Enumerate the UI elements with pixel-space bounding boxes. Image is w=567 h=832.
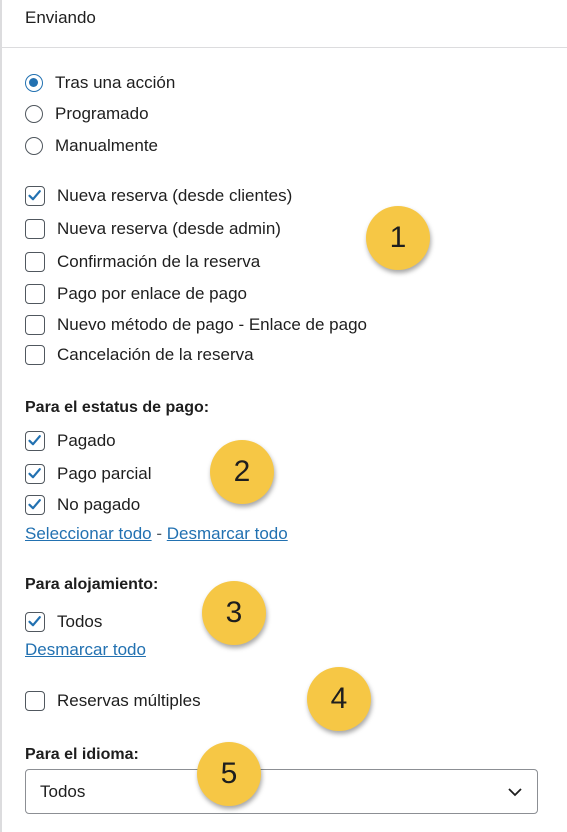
checkbox-label: Confirmación de la reserva — [57, 252, 261, 271]
checkmark-icon — [28, 499, 41, 510]
select-all-link[interactable]: Seleccionar todo — [25, 524, 152, 543]
deselect-all-link[interactable]: Desmarcar todo — [25, 640, 146, 659]
checkbox-label: Pago parcial — [57, 464, 152, 483]
accommodation-heading: Para alojamiento: — [25, 576, 159, 593]
trigger-new-payment-method[interactable]: Nuevo método de pago - Enlace de pago — [25, 313, 367, 337]
checkbox-label: Pago por enlace de pago — [57, 284, 247, 303]
chevron-down-icon — [507, 784, 523, 805]
radio-after-action[interactable]: Tras una acción — [25, 71, 175, 95]
radio-label: Programado — [55, 104, 149, 123]
checkbox-label: Cancelación de la reserva — [57, 345, 254, 364]
trigger-payment-link[interactable]: Pago por enlace de pago — [25, 282, 247, 306]
checkbox[interactable] — [25, 691, 45, 711]
callout-badge-1: 1 — [366, 206, 430, 270]
checkbox[interactable] — [25, 464, 45, 484]
language-select-value: Todos — [40, 782, 86, 801]
panel-left-border — [0, 0, 2, 832]
checkmark-icon — [28, 616, 41, 627]
language-heading: Para el idioma: — [25, 746, 139, 763]
payment-status-heading: Para el estatus de pago: — [25, 399, 210, 416]
checkbox-label: Pagado — [57, 431, 116, 450]
checkbox-label: No pagado — [57, 495, 141, 514]
panel-header[interactable]: Enviando — [0, 0, 567, 48]
status-unpaid[interactable]: No pagado — [25, 493, 140, 517]
callout-badge-2: 2 — [210, 440, 274, 504]
checkmark-icon — [28, 190, 41, 201]
checkbox[interactable] — [25, 252, 45, 272]
trigger-booking-confirmation[interactable]: Confirmación de la reserva — [25, 250, 260, 274]
status-partial[interactable]: Pago parcial — [25, 462, 152, 486]
radio-label: Manualmente — [55, 136, 159, 155]
multiple-bookings[interactable]: Reservas múltiples — [25, 689, 201, 713]
checkmark-icon — [28, 468, 41, 479]
trigger-new-booking-customer[interactable]: Nueva reserva (desde clientes) — [25, 184, 292, 208]
deselect-all-link[interactable]: Desmarcar todo — [167, 524, 288, 543]
payment-status-links: Seleccionar todo - Desmarcar todo — [25, 524, 288, 544]
trigger-booking-cancellation[interactable]: Cancelación de la reserva — [25, 343, 254, 367]
accommodation-all[interactable]: Todos — [25, 610, 102, 634]
checkbox[interactable] — [25, 284, 45, 304]
radio-manual[interactable]: Manualmente — [25, 134, 158, 158]
checkbox-label: Todos — [57, 612, 103, 631]
checkbox[interactable] — [25, 186, 45, 206]
checkbox[interactable] — [25, 219, 45, 239]
checkbox[interactable] — [25, 495, 45, 515]
checkbox-label: Nuevo método de pago - Enlace de pago — [57, 315, 368, 334]
callout-badge-5: 5 — [197, 742, 261, 806]
accommodation-links: Desmarcar todo — [25, 640, 146, 660]
checkbox-label: Reservas múltiples — [57, 691, 201, 710]
checkbox-label: Nueva reserva (desde clientes) — [57, 186, 293, 205]
panel-title: Enviando — [25, 8, 96, 27]
checkbox[interactable] — [25, 431, 45, 451]
language-select[interactable]: Todos — [25, 769, 538, 814]
radio-scheduled[interactable]: Programado — [25, 102, 149, 126]
checkbox[interactable] — [25, 345, 45, 365]
callout-badge-3: 3 — [202, 581, 266, 645]
trigger-new-booking-admin[interactable]: Nueva reserva (desde admin) — [25, 217, 281, 241]
checkbox[interactable] — [25, 612, 45, 632]
radio-button[interactable] — [25, 105, 43, 123]
radio-label: Tras una acción — [55, 73, 176, 92]
status-paid[interactable]: Pagado — [25, 429, 116, 453]
radio-button[interactable] — [25, 137, 43, 155]
link-separator: - — [156, 524, 163, 543]
checkmark-icon — [28, 435, 41, 446]
radio-button[interactable] — [25, 74, 43, 92]
callout-badge-4: 4 — [307, 667, 371, 731]
checkbox[interactable] — [25, 315, 45, 335]
checkbox-label: Nueva reserva (desde admin) — [57, 219, 281, 238]
